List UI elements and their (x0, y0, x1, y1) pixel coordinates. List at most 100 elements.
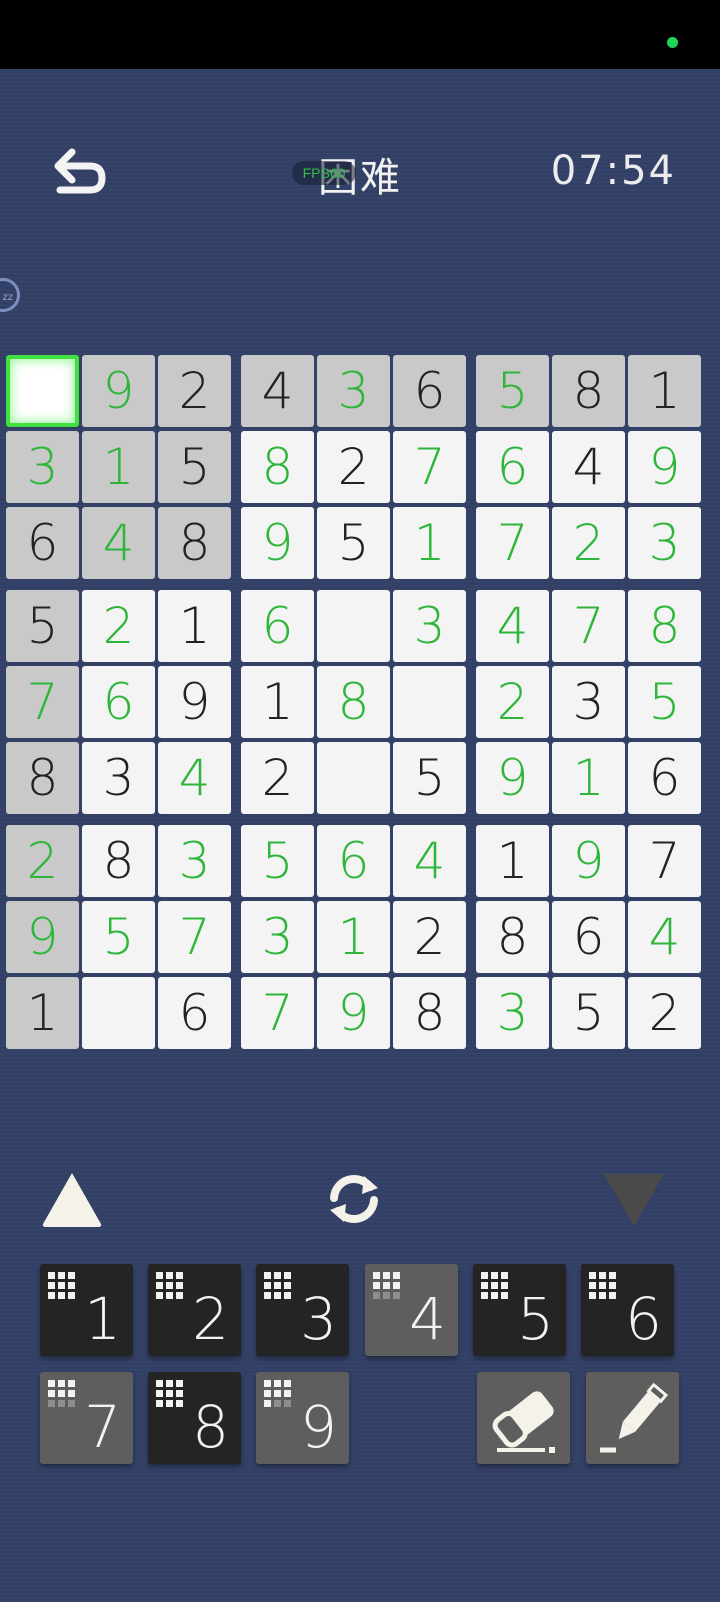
sudoku-cell-r9-c8[interactable]: 5 (552, 977, 625, 1049)
sudoku-cell-r2-c3[interactable]: 5 (158, 431, 231, 503)
sudoku-cell-r3-c5[interactable]: 5 (317, 507, 390, 579)
sudoku-cell-r5-c4[interactable]: 1 (241, 666, 314, 738)
number-key-label: 4 (409, 1285, 446, 1353)
sudoku-cell-r6-c7[interactable]: 9 (476, 742, 549, 814)
scroll-down-button[interactable] (602, 1172, 666, 1228)
sudoku-cell-r7-c7[interactable]: 1 (476, 825, 549, 897)
sudoku-cell-r1-c6[interactable]: 6 (393, 355, 466, 427)
sudoku-cell-r1-c2[interactable]: 9 (82, 355, 155, 427)
sudoku-cell-r8-c5[interactable]: 1 (317, 901, 390, 973)
sudoku-cell-r7-c9[interactable]: 7 (628, 825, 701, 897)
sudoku-cell-r8-c1[interactable]: 9 (6, 901, 79, 973)
sudoku-cell-r4-c1[interactable]: 5 (6, 590, 79, 662)
number-key-8[interactable]: 8 (148, 1372, 241, 1464)
sudoku-cell-r6-c6[interactable]: 5 (393, 742, 466, 814)
sudoku-cell-r7-c3[interactable]: 3 (158, 825, 231, 897)
sudoku-cell-r7-c8[interactable]: 9 (552, 825, 625, 897)
sudoku-cell-r8-c8[interactable]: 6 (552, 901, 625, 973)
sudoku-cell-r1-c7[interactable]: 5 (476, 355, 549, 427)
sudoku-cell-r2-c7[interactable]: 6 (476, 431, 549, 503)
sudoku-cell-r2-c5[interactable]: 2 (317, 431, 390, 503)
sudoku-cell-r2-c2[interactable]: 1 (82, 431, 155, 503)
sudoku-cell-r9-c3[interactable]: 6 (158, 977, 231, 1049)
sudoku-cell-r1-c1[interactable] (6, 355, 79, 427)
sudoku-cell-r8-c3[interactable]: 7 (158, 901, 231, 973)
sudoku-cell-r4-c2[interactable]: 2 (82, 590, 155, 662)
sudoku-cell-r8-c2[interactable]: 5 (82, 901, 155, 973)
sudoku-cell-r6-c5[interactable] (317, 742, 390, 814)
sudoku-cell-r4-c3[interactable]: 1 (158, 590, 231, 662)
sudoku-cell-r2-c1[interactable]: 3 (6, 431, 79, 503)
sudoku-cell-r5-c6[interactable] (393, 666, 466, 738)
sudoku-cell-r3-c9[interactable]: 3 (628, 507, 701, 579)
sudoku-cell-r5-c1[interactable]: 7 (6, 666, 79, 738)
side-floating-badge[interactable]: zz (0, 278, 20, 312)
sudoku-cell-r2-c8[interactable]: 4 (552, 431, 625, 503)
sudoku-cell-r5-c8[interactable]: 3 (552, 666, 625, 738)
number-key-4[interactable]: 4 (365, 1264, 458, 1356)
sudoku-cell-r2-c6[interactable]: 7 (393, 431, 466, 503)
sudoku-cell-r4-c7[interactable]: 4 (476, 590, 549, 662)
number-key-1[interactable]: 1 (40, 1264, 133, 1356)
number-key-3[interactable]: 3 (256, 1264, 349, 1356)
sudoku-cell-r4-c5[interactable] (317, 590, 390, 662)
sudoku-cell-r7-c6[interactable]: 4 (393, 825, 466, 897)
sudoku-cell-r6-c8[interactable]: 1 (552, 742, 625, 814)
sudoku-cell-r2-c4[interactable]: 8 (241, 431, 314, 503)
sudoku-cell-r5-c7[interactable]: 2 (476, 666, 549, 738)
sudoku-cell-r3-c1[interactable]: 6 (6, 507, 79, 579)
sudoku-cell-r3-c3[interactable]: 8 (158, 507, 231, 579)
sudoku-cell-r1-c8[interactable]: 8 (552, 355, 625, 427)
sudoku-cell-r3-c2[interactable]: 4 (82, 507, 155, 579)
sudoku-cell-r5-c5[interactable]: 8 (317, 666, 390, 738)
sudoku-cell-r9-c5[interactable]: 9 (317, 977, 390, 1049)
sudoku-cell-r9-c4[interactable]: 7 (241, 977, 314, 1049)
sudoku-cell-r3-c4[interactable]: 9 (241, 507, 314, 579)
sudoku-cell-r9-c6[interactable]: 8 (393, 977, 466, 1049)
number-key-9[interactable]: 9 (256, 1372, 349, 1464)
sudoku-cell-r3-c7[interactable]: 7 (476, 507, 549, 579)
number-key-2[interactable]: 2 (148, 1264, 241, 1356)
sudoku-cell-r3-c6[interactable]: 1 (393, 507, 466, 579)
sudoku-cell-r6-c2[interactable]: 3 (82, 742, 155, 814)
sudoku-cell-r3-c8[interactable]: 2 (552, 507, 625, 579)
pencil-button[interactable] (586, 1372, 679, 1464)
scroll-up-button[interactable] (40, 1170, 104, 1228)
number-key-6[interactable]: 6 (581, 1264, 674, 1356)
sudoku-cell-r8-c9[interactable]: 4 (628, 901, 701, 973)
sudoku-cell-r9-c2[interactable] (82, 977, 155, 1049)
sudoku-cell-r7-c4[interactable]: 5 (241, 825, 314, 897)
sudoku-cell-r7-c1[interactable]: 2 (6, 825, 79, 897)
sudoku-cell-r4-c8[interactable]: 7 (552, 590, 625, 662)
number-key-5[interactable]: 5 (473, 1264, 566, 1356)
sudoku-cell-r4-c9[interactable]: 8 (628, 590, 701, 662)
number-key-7[interactable]: 7 (40, 1372, 133, 1464)
sudoku-cell-r1-c5[interactable]: 3 (317, 355, 390, 427)
sudoku-cell-r7-c2[interactable]: 8 (82, 825, 155, 897)
sudoku-cell-r8-c6[interactable]: 2 (393, 901, 466, 973)
sudoku-cell-r7-c5[interactable]: 6 (317, 825, 390, 897)
sudoku-cell-r6-c9[interactable]: 6 (628, 742, 701, 814)
sudoku-cell-r6-c3[interactable]: 4 (158, 742, 231, 814)
sudoku-cell-r5-c3[interactable]: 9 (158, 666, 231, 738)
sudoku-cell-r4-c4[interactable]: 6 (241, 590, 314, 662)
candidate-dot (609, 1282, 616, 1289)
sudoku-cell-r4-c6[interactable]: 3 (393, 590, 466, 662)
sudoku-cell-r6-c1[interactable]: 8 (6, 742, 79, 814)
sudoku-cell-r8-c7[interactable]: 8 (476, 901, 549, 973)
sudoku-cell-r8-c4[interactable]: 3 (241, 901, 314, 973)
sudoku-cell-r6-c4[interactable]: 2 (241, 742, 314, 814)
sudoku-cell-r9-c9[interactable]: 2 (628, 977, 701, 1049)
refresh-button[interactable] (320, 1168, 388, 1230)
candidate-dot (491, 1282, 498, 1289)
sudoku-cell-r5-c9[interactable]: 5 (628, 666, 701, 738)
eraser-button[interactable] (477, 1372, 570, 1464)
sudoku-cell-r2-c9[interactable]: 9 (628, 431, 701, 503)
sudoku-cell-r1-c9[interactable]: 1 (628, 355, 701, 427)
sudoku-cell-r1-c4[interactable]: 4 (241, 355, 314, 427)
sudoku-cell-r1-c3[interactable]: 2 (158, 355, 231, 427)
candidate-dot (68, 1390, 75, 1397)
sudoku-cell-r9-c1[interactable]: 1 (6, 977, 79, 1049)
sudoku-cell-r9-c7[interactable]: 3 (476, 977, 549, 1049)
sudoku-cell-r5-c2[interactable]: 6 (82, 666, 155, 738)
